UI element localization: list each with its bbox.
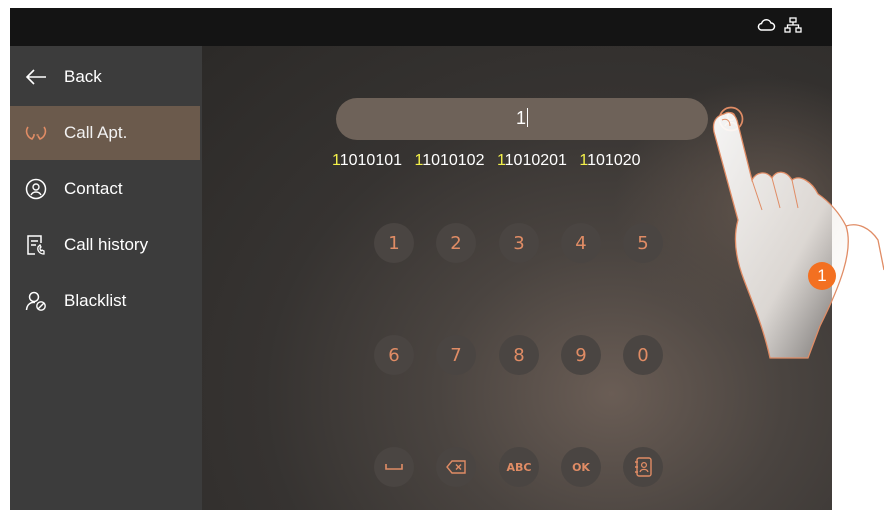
directory-icon [635, 457, 652, 477]
suggestion-item[interactable]: 1101020 [579, 152, 640, 169]
backspace-icon [446, 460, 466, 474]
suggestion-item[interactable]: 11010101 [332, 152, 402, 169]
sidebar-item-label: Call Apt. [64, 123, 128, 142]
status-bar [10, 8, 832, 46]
abc-key[interactable]: ABC [499, 447, 539, 487]
key-7[interactable]: 7 [436, 335, 476, 375]
pointing-hand-illustration [712, 111, 884, 359]
cloud-icon [756, 17, 776, 33]
sidebar-item-call-apt[interactable]: Call Apt. [10, 106, 200, 160]
sidebar-item-call-history[interactable]: Call history [10, 218, 200, 272]
sidebar-item-label: Call history [64, 235, 149, 254]
sidebar-item-label: Back [64, 67, 102, 86]
key-2[interactable]: 2 [436, 223, 476, 263]
directory-key[interactable] [623, 447, 663, 487]
key-8[interactable]: 8 [499, 335, 539, 375]
input-value: 1 [515, 108, 526, 128]
space-key[interactable] [374, 447, 414, 487]
sidebar-item-label: Blacklist [64, 291, 127, 310]
blacklist-icon [24, 289, 48, 313]
key-0[interactable]: 0 [623, 335, 663, 375]
step-callout-badge: 1 [808, 262, 836, 290]
sidebar: Back Call Apt. Contact Call history Blac… [10, 46, 202, 510]
contact-icon [24, 177, 48, 201]
sidebar-item-contact[interactable]: Contact [10, 162, 200, 216]
call-history-icon [24, 233, 48, 257]
sidebar-item-blacklist[interactable]: Blacklist [10, 274, 200, 328]
text-cursor [527, 108, 528, 127]
suggestion-item[interactable]: 11010201 [497, 152, 567, 169]
sidebar-item-label: Contact [64, 179, 123, 198]
key-1[interactable]: 1 [374, 223, 414, 263]
back-button[interactable]: Back [10, 50, 200, 104]
ok-key[interactable]: OK [561, 447, 601, 487]
key-3[interactable]: 3 [499, 223, 539, 263]
key-4[interactable]: 4 [561, 223, 601, 263]
key-6[interactable]: 6 [374, 335, 414, 375]
network-icon [784, 17, 802, 33]
back-arrow-icon [24, 65, 48, 89]
call-icon [24, 121, 48, 145]
apartment-number-input[interactable]: 1 [336, 98, 708, 140]
suggestion-list: 11010101 11010102 11010201 1101020 [332, 152, 649, 170]
suggestion-item[interactable]: 11010102 [414, 152, 484, 169]
backspace-key[interactable] [436, 447, 476, 487]
key-5[interactable]: 5 [623, 223, 663, 263]
space-icon [385, 464, 403, 470]
key-9[interactable]: 9 [561, 335, 601, 375]
